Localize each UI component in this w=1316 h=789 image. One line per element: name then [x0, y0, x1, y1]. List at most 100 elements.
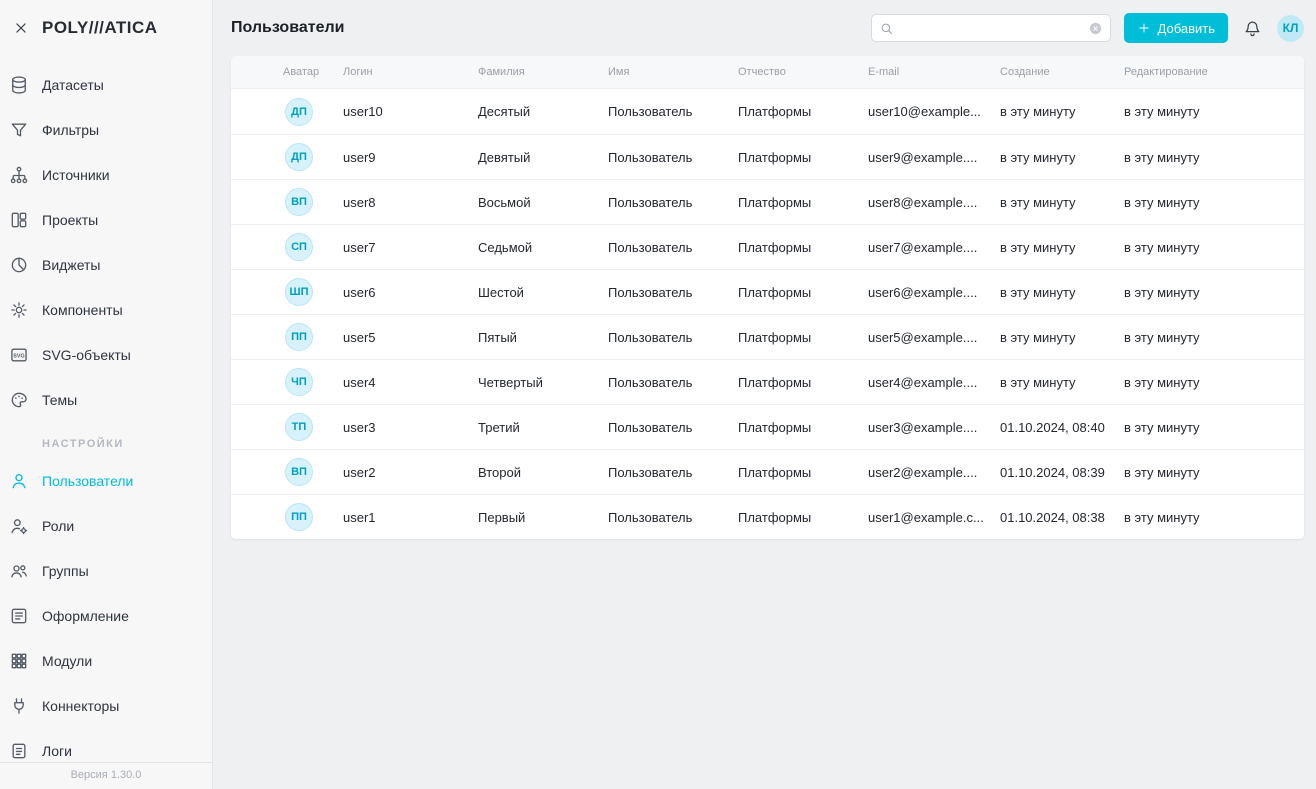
clear-circle-icon [1088, 21, 1103, 36]
cell-avatar: ВП [283, 188, 343, 216]
app-logo: POLY///ATICA [42, 18, 158, 38]
sidebar-item-appearance[interactable]: Оформление [0, 593, 212, 638]
cell-avatar: ТП [283, 413, 343, 441]
cell-name: Пользователь [608, 330, 738, 345]
sources-icon [9, 165, 29, 185]
table-row[interactable]: СПuser7СедьмойПользовательПлатформыuser7… [231, 224, 1304, 269]
cell-login: user9 [343, 150, 478, 165]
sidebar-item-connectors[interactable]: Коннекторы [0, 683, 212, 728]
close-button[interactable] [12, 19, 30, 37]
table-row[interactable]: ППuser5ПятыйПользовательПлатформыuser5@e… [231, 314, 1304, 359]
table-row[interactable]: ШПuser6ШестойПользовательПлатформыuser6@… [231, 269, 1304, 314]
user-avatar[interactable]: КЛ [1277, 15, 1304, 42]
sidebar-item-label: Компоненты [42, 302, 123, 318]
sidebar-item-roles[interactable]: Роли [0, 503, 212, 548]
appearance-icon [9, 606, 29, 626]
table-row[interactable]: ВПuser8ВосьмойПользовательПлатформыuser8… [231, 179, 1304, 224]
cell-login: user10 [343, 104, 478, 119]
sidebar-item-label: Датасеты [42, 77, 104, 93]
cell-email: user3@example.... [868, 420, 1000, 435]
cell-patronymic: Платформы [738, 420, 868, 435]
sidebar-item-label: Виджеты [42, 257, 101, 273]
cell-edited: в эту минуту [1124, 240, 1304, 255]
cell-edited: в эту минуту [1124, 195, 1304, 210]
roles-icon [9, 516, 29, 536]
column-header: Фамилия [478, 66, 608, 78]
plus-icon [1137, 21, 1151, 35]
cell-login: user7 [343, 240, 478, 255]
column-header: Имя [608, 66, 738, 78]
sidebar-item-svg-objects[interactable]: SVGSVG-объекты [0, 332, 212, 377]
sidebar-item-groups[interactable]: Группы [0, 548, 212, 593]
cell-avatar: ДП [283, 143, 343, 171]
cell-login: user6 [343, 285, 478, 300]
sidebar-item-label: Модули [42, 653, 92, 669]
table-header-row: АватарЛогинФамилияИмяОтчествоE-mailСозда… [231, 56, 1304, 89]
table-row[interactable]: ЧПuser4ЧетвертыйПользовательПлатформыuse… [231, 359, 1304, 404]
sidebar-item-modules[interactable]: Модули [0, 638, 212, 683]
sidebar-item-logs[interactable]: Логи [0, 728, 212, 762]
search-clear-button[interactable] [1088, 21, 1103, 36]
cell-name: Пользователь [608, 510, 738, 525]
avatar-badge: ДП [285, 143, 313, 171]
search-input[interactable] [900, 20, 1082, 37]
sidebar-item-projects[interactable]: Проекты [0, 197, 212, 242]
avatar-badge: ТП [285, 413, 313, 441]
add-user-button[interactable]: Добавить [1124, 13, 1228, 43]
cell-avatar: ШП [283, 278, 343, 306]
sidebar: POLY///ATICA Датасеты Фильтры Источники Про… [0, 0, 213, 789]
cell-email: user10@example... [868, 104, 1000, 119]
cell-edited: в эту минуту [1124, 330, 1304, 345]
logs-icon [9, 741, 29, 761]
cell-created: в эту минуту [1000, 195, 1124, 210]
table-row[interactable]: ТПuser3ТретийПользовательПлатформыuser3@… [231, 404, 1304, 449]
sidebar-item-label: Группы [42, 563, 89, 579]
cell-avatar: СП [283, 233, 343, 261]
close-icon [14, 21, 28, 35]
sidebar-item-users[interactable]: Пользователи [0, 458, 212, 503]
sidebar-item-label: Источники [42, 167, 110, 183]
search-box [871, 14, 1111, 42]
sidebar-item-themes[interactable]: Темы [0, 377, 212, 422]
column-header: Редактирование [1124, 66, 1304, 78]
table-row[interactable]: ППuser1ПервыйПользовательПлатформыuser1@… [231, 494, 1304, 539]
notifications-button[interactable] [1241, 17, 1264, 40]
cell-name: Пользователь [608, 150, 738, 165]
sidebar-item-label: Роли [42, 518, 74, 534]
sidebar-item-components[interactable]: Компоненты [0, 287, 212, 332]
sidebar-item-sources[interactable]: Источники [0, 152, 212, 197]
search-icon [879, 21, 894, 36]
cell-edited: в эту минуту [1124, 285, 1304, 300]
table-row[interactable]: ДПuser9ДевятыйПользовательПлатформыuser9… [231, 134, 1304, 179]
cell-patronymic: Платформы [738, 240, 868, 255]
cell-name: Пользователь [608, 285, 738, 300]
cell-surname: Первый [478, 510, 608, 525]
cell-avatar: ВП [283, 458, 343, 486]
table-body: ДПuser10ДесятыйПользовательПлатформыuser… [231, 89, 1304, 539]
cell-login: user1 [343, 510, 478, 525]
table-row[interactable]: ВПuser2ВторойПользовательПлатформыuser2@… [231, 449, 1304, 494]
avatar-badge: ВП [285, 188, 313, 216]
cell-surname: Четвертый [478, 375, 608, 390]
cell-login: user3 [343, 420, 478, 435]
table-row[interactable]: ДПuser10ДесятыйПользовательПлатформыuser… [231, 89, 1304, 134]
cell-edited: в эту минуту [1124, 510, 1304, 525]
sidebar-item-label: SVG-объекты [42, 347, 131, 363]
app-root: POLY///ATICA Датасеты Фильтры Источники Про… [0, 0, 1316, 789]
cell-surname: Девятый [478, 150, 608, 165]
add-button-label: Добавить [1158, 21, 1215, 36]
cell-edited: в эту минуту [1124, 150, 1304, 165]
cell-name: Пользователь [608, 420, 738, 435]
sidebar-item-datasets[interactable]: Датасеты [0, 62, 212, 107]
cell-created: в эту минуту [1000, 330, 1124, 345]
components-icon [9, 300, 29, 320]
cell-avatar: ДП [283, 98, 343, 126]
sidebar-item-filters[interactable]: Фильтры [0, 107, 212, 152]
column-header: E-mail [868, 66, 1000, 78]
column-header: Логин [343, 66, 478, 78]
sidebar-item-widgets[interactable]: Виджеты [0, 242, 212, 287]
cell-patronymic: Платформы [738, 104, 868, 119]
sidebar-section-label: НАСТРОЙКИ [0, 422, 212, 458]
sidebar-item-label: Оформление [42, 608, 129, 624]
cell-email: user1@example.c... [868, 510, 1000, 525]
